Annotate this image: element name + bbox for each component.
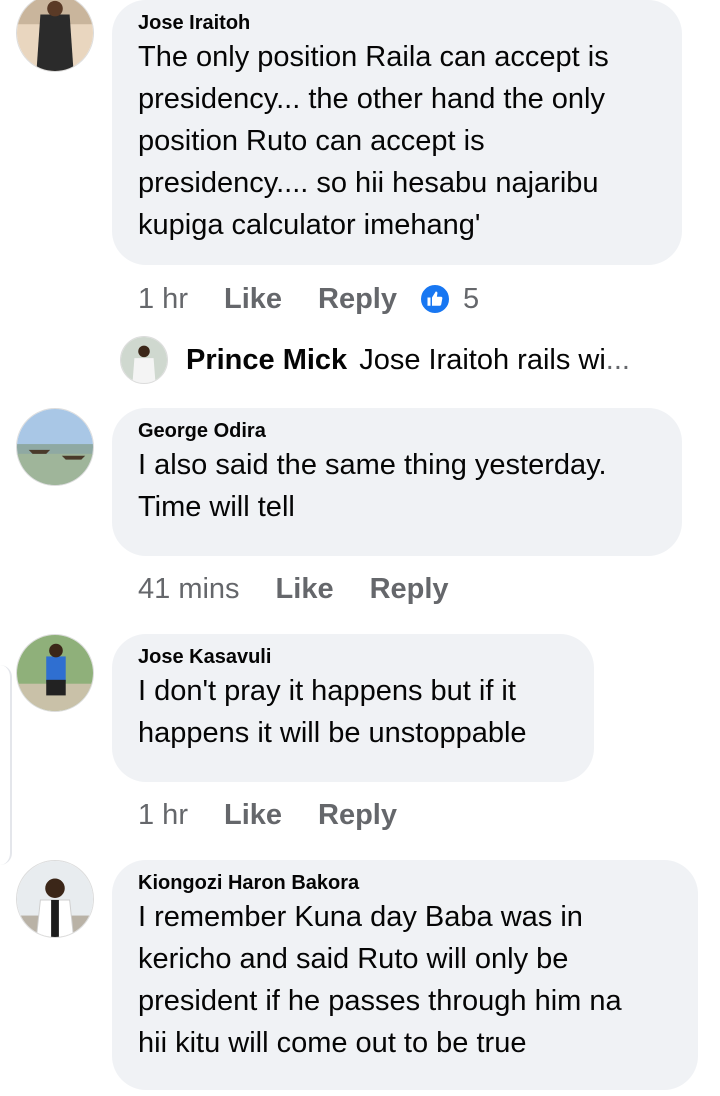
comment-text: I don't pray it happens but if it happen… <box>138 675 527 749</box>
avatar[interactable] <box>16 0 94 72</box>
avatar[interactable] <box>16 634 94 712</box>
comment-text: I also said the same thing yesterday. Ti… <box>138 449 607 523</box>
reply-button[interactable]: Reply <box>370 573 449 606</box>
comment-meta: 1 hr Like Reply 5 <box>138 281 479 317</box>
comment-bubble: George Odira I also said the same thing … <box>112 408 682 556</box>
profile-photo-icon <box>17 861 93 937</box>
profile-photo-icon <box>121 337 167 383</box>
comment-author[interactable]: Kiongozi Haron Bakora <box>138 870 672 896</box>
comment-bubble: Jose Iraitoh The only position Raila can… <box>112 0 682 265</box>
reply-button[interactable]: Reply <box>318 283 397 316</box>
comment-text: I remember Kuna day Baba was in kericho … <box>138 901 622 1059</box>
comment-meta: 41 mins Like Reply <box>138 571 449 607</box>
comment-timestamp[interactable]: 1 hr <box>138 799 188 832</box>
profile-photo-icon <box>17 635 93 711</box>
comment-timestamp[interactable]: 41 mins <box>138 573 240 606</box>
comment-timestamp[interactable]: 1 hr <box>138 283 188 316</box>
reply-button[interactable]: Reply <box>318 799 397 832</box>
comment-bubble: Kiongozi Haron Bakora I remember Kuna da… <box>112 860 698 1090</box>
avatar[interactable] <box>16 860 94 938</box>
comment-author[interactable]: Jose Iraitoh <box>138 10 656 36</box>
reply-ellipsis: ... <box>605 343 630 376</box>
thread-connector-line <box>0 665 12 865</box>
reply-preview[interactable]: Prince Mick Jose Iraitoh rails wi ... <box>120 336 630 384</box>
profile-photo-icon <box>17 0 93 71</box>
comment-author[interactable]: Jose Kasavuli <box>138 644 568 670</box>
comment-text: The only position Raila can accept is pr… <box>138 41 609 241</box>
comment-meta: 1 hr Like Reply <box>138 797 397 833</box>
reply-snippet: Jose Iraitoh rails wi <box>359 343 606 376</box>
avatar[interactable] <box>16 408 94 486</box>
like-button[interactable]: Like <box>224 799 282 832</box>
like-button[interactable]: Like <box>224 283 282 316</box>
reply-author[interactable]: Prince Mick <box>186 344 347 377</box>
reaction-count[interactable]: 5 <box>463 283 479 316</box>
thumbs-up-icon[interactable] <box>419 283 451 315</box>
avatar[interactable] <box>120 336 168 384</box>
comment-bubble: Jose Kasavuli I don't pray it happens bu… <box>112 634 594 782</box>
profile-photo-icon <box>17 409 93 485</box>
like-button[interactable]: Like <box>276 573 334 606</box>
comment-author[interactable]: George Odira <box>138 418 656 444</box>
